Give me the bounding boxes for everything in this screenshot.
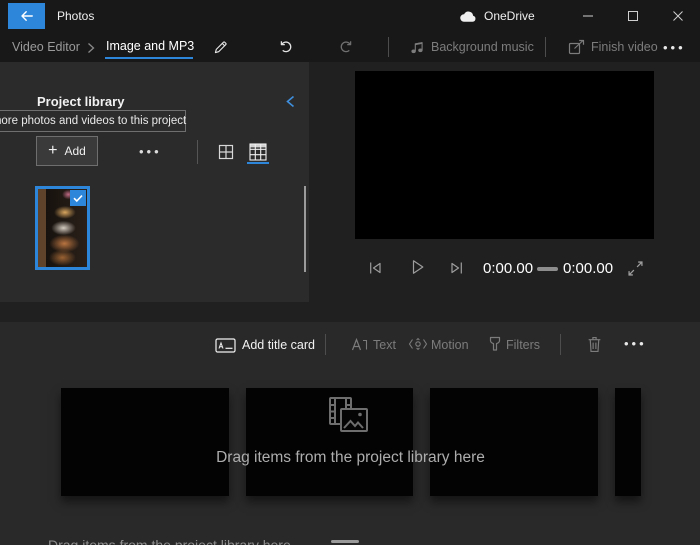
seek-slider[interactable] <box>537 267 558 271</box>
grid-large-view-icon[interactable] <box>218 144 234 160</box>
checkmark-icon <box>72 192 84 204</box>
selected-checkbox[interactable] <box>70 190 86 206</box>
grid-details-view-icon[interactable] <box>249 143 267 161</box>
close-icon <box>673 11 683 21</box>
project-title[interactable]: Image and MP3 <box>106 39 194 53</box>
redo-icon[interactable] <box>338 39 354 55</box>
storyboard-more-button[interactable]: ••• <box>624 336 647 351</box>
fullscreen-icon[interactable] <box>628 261 643 276</box>
add-title-card-icon <box>215 338 236 353</box>
video-preview-canvas <box>355 71 654 239</box>
storyboard-slot[interactable] <box>430 388 598 496</box>
undo-icon[interactable] <box>278 39 294 55</box>
app-title: Photos <box>57 9 94 23</box>
add-button-label: Add <box>64 144 85 158</box>
minimize-icon <box>583 11 593 21</box>
text-tool-button[interactable]: Text <box>373 338 396 352</box>
filters-tool-icon <box>488 336 502 352</box>
storyboard-slot[interactable] <box>615 388 641 496</box>
add-tooltip: more photos and videos to this project <box>0 110 186 132</box>
current-time: 0:00.00 <box>483 260 533 277</box>
library-scrollbar[interactable] <box>304 186 306 272</box>
divider <box>560 334 561 355</box>
previous-frame-button[interactable] <box>368 261 383 275</box>
breadcrumb-video-editor[interactable]: Video Editor <box>12 40 80 54</box>
onedrive-status[interactable]: OneDrive <box>459 7 535 25</box>
photos-video-editor-window: Photos OneDrive Video Editor Image and M… <box>0 0 700 545</box>
arrow-left-icon <box>19 8 35 24</box>
grid-view-selected-underline <box>247 162 269 164</box>
rename-pencil-icon[interactable] <box>213 40 228 55</box>
finish-video-button[interactable]: Finish video <box>591 40 658 54</box>
project-title-underline <box>105 57 193 59</box>
maximize-icon <box>628 11 638 21</box>
maximize-button[interactable] <box>611 0 655 32</box>
divider <box>388 37 389 57</box>
background-music-button[interactable]: Background music <box>431 40 534 54</box>
clipped-bottom-slider <box>331 540 359 543</box>
play-button[interactable] <box>411 259 425 275</box>
storyboard-slot[interactable] <box>61 388 229 496</box>
library-more-button[interactable]: ••• <box>139 144 162 159</box>
total-time: 0:00.00 <box>563 260 613 277</box>
collapse-panel-chevron-icon[interactable] <box>285 95 296 108</box>
add-button[interactable]: + Add <box>36 136 98 166</box>
more-options-button[interactable]: ••• <box>663 40 686 55</box>
project-library-title: Project library <box>37 94 124 109</box>
add-tooltip-text: more photos and videos to this project <box>0 115 186 127</box>
music-note-icon <box>410 40 424 54</box>
film-and-photo-icon <box>325 396 371 438</box>
trash-icon[interactable] <box>587 336 602 353</box>
library-item-thumbnail[interactable] <box>35 186 90 270</box>
back-button[interactable] <box>8 3 45 29</box>
next-frame-button[interactable] <box>449 261 464 275</box>
breadcrumb-chevron-icon <box>87 42 95 54</box>
motion-tool-icon <box>408 337 428 351</box>
cloud-icon <box>459 9 478 23</box>
add-title-card-button[interactable]: Add title card <box>242 338 315 352</box>
storyboard-empty-message: Drag items from the project library here <box>183 449 518 467</box>
clipped-bottom-text: Drag items from the project library here <box>48 537 291 545</box>
text-tool-icon <box>351 337 368 353</box>
divider <box>545 37 546 57</box>
close-button[interactable] <box>656 0 700 32</box>
onedrive-label: OneDrive <box>484 9 535 23</box>
finish-video-icon <box>568 39 586 55</box>
divider <box>325 334 326 355</box>
filters-tool-button[interactable]: Filters <box>506 338 540 352</box>
divider <box>197 140 198 164</box>
minimize-button[interactable] <box>566 0 610 32</box>
plus-icon: + <box>48 144 57 158</box>
motion-tool-button[interactable]: Motion <box>431 338 469 352</box>
